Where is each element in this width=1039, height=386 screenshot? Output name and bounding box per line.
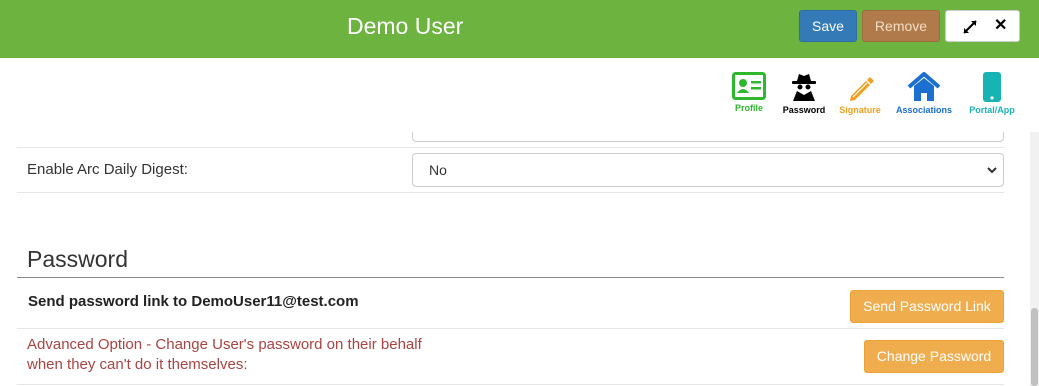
- save-button[interactable]: Save: [799, 10, 857, 42]
- send-password-link-button[interactable]: Send Password Link: [850, 290, 1004, 323]
- toolbar-item-profile[interactable]: Profile: [731, 72, 767, 113]
- send-link-label: Send password link to DemoUser11@test.co…: [28, 293, 359, 310]
- header-bar: Demo User Save Remove ✕: [0, 0, 1039, 58]
- digest-select-value: No: [429, 162, 447, 178]
- window-controls: ✕: [945, 10, 1020, 42]
- toolbar-item-signature[interactable]: Signature: [837, 72, 883, 115]
- scrollbar-thumb[interactable]: [1031, 308, 1038, 386]
- toolbar-label-profile: Profile: [734, 103, 763, 113]
- digest-label: Enable Arc Daily Digest:: [27, 161, 188, 178]
- profile-toolbar: Profile Password Signature Associations: [0, 58, 1039, 132]
- row-divider: [17, 192, 1004, 193]
- toolbar-label-associations: Associations: [895, 105, 953, 115]
- expand-icon[interactable]: [963, 20, 977, 34]
- row-divider: [17, 384, 1004, 385]
- toolbar-item-password[interactable]: Password: [780, 72, 828, 115]
- digest-select[interactable]: No: [412, 153, 1004, 187]
- password-section-title: Password: [27, 246, 128, 272]
- section-divider: [17, 277, 1004, 278]
- spy-icon: [792, 74, 816, 101]
- row-divider: [17, 328, 1004, 329]
- previous-field-input[interactable]: [412, 132, 1004, 142]
- toolbar-item-portal-app[interactable]: Portal/App: [966, 72, 1018, 115]
- home-icon: [907, 72, 941, 101]
- row-divider: [17, 147, 1004, 148]
- chevron-down-icon: [987, 167, 997, 174]
- pencil-icon: [850, 77, 874, 101]
- mobile-phone-icon: [983, 72, 1001, 102]
- toolbar-label-signature: Signature: [839, 105, 881, 115]
- scrollbar[interactable]: [1030, 132, 1039, 386]
- remove-button[interactable]: Remove: [862, 10, 940, 42]
- toolbar-label-password: Password: [782, 105, 826, 115]
- toolbar-label-portal-app: Portal/App: [969, 105, 1015, 115]
- close-icon[interactable]: ✕: [994, 16, 1007, 36]
- page-title: Demo User: [347, 13, 464, 39]
- settings-panel: Enable Arc Daily Digest: No Password Sen…: [0, 132, 1030, 386]
- advanced-option-label: Advanced Option - Change User's password…: [27, 336, 422, 373]
- change-password-button[interactable]: Change Password: [864, 340, 1004, 373]
- profile-card-icon: [732, 72, 766, 100]
- toolbar-item-associations[interactable]: Associations: [892, 72, 956, 115]
